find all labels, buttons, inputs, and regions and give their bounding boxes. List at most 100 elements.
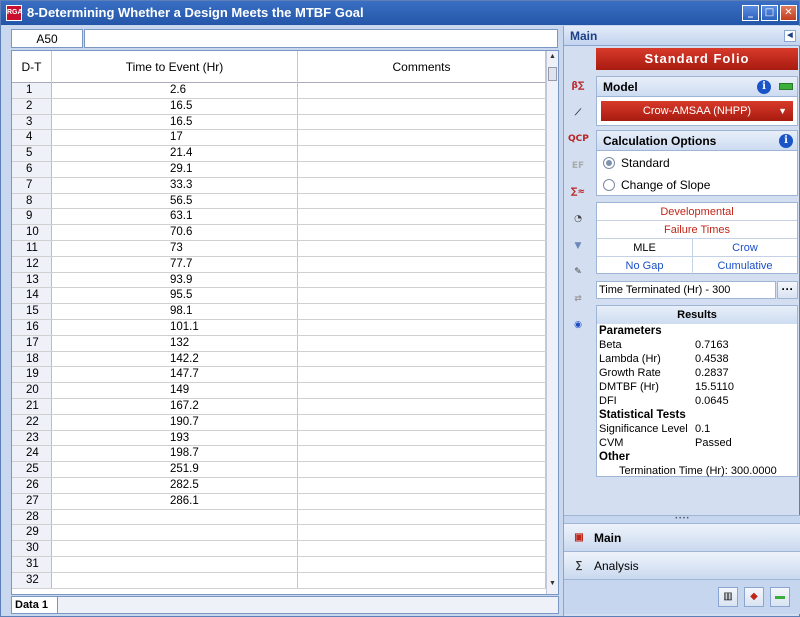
- time-cell[interactable]: [52, 509, 298, 525]
- time-cell[interactable]: 98.1: [52, 304, 298, 319]
- cell-reference-box[interactable]: A50: [11, 29, 83, 48]
- table-row[interactable]: 24 198.7: [12, 446, 548, 463]
- row-number[interactable]: 32: [12, 572, 52, 588]
- comment-cell[interactable]: [298, 225, 546, 240]
- row-number[interactable]: 12: [12, 256, 52, 272]
- time-cell[interactable]: 149: [52, 383, 298, 398]
- time-cell[interactable]: 70.6: [52, 225, 298, 240]
- time-cell[interactable]: [52, 525, 298, 541]
- vertical-scrollbar[interactable]: ▲ ▼: [546, 51, 558, 594]
- row-number[interactable]: 30: [12, 541, 52, 556]
- column-header-dt[interactable]: D-T: [12, 51, 52, 83]
- table-row[interactable]: 25 251.9: [12, 462, 548, 478]
- setting-developmental[interactable]: Developmental: [597, 203, 797, 221]
- comment-cell[interactable]: [298, 556, 546, 572]
- time-cell[interactable]: 33.3: [52, 177, 298, 193]
- time-cell[interactable]: 16.5: [52, 98, 298, 114]
- row-number[interactable]: 14: [12, 288, 52, 304]
- row-number[interactable]: 7: [12, 177, 52, 193]
- row-number[interactable]: 2: [12, 98, 52, 114]
- formula-bar[interactable]: [84, 29, 558, 48]
- comment-cell[interactable]: [298, 398, 546, 414]
- collapse-panel-icon[interactable]: ◀: [784, 30, 796, 42]
- table-row[interactable]: 16 101.1: [12, 319, 548, 336]
- title-bar[interactable]: RGA 8-Determining Whether a Design Meets…: [1, 1, 799, 25]
- table-row[interactable]: 8 56.5: [12, 193, 548, 210]
- comment-cell[interactable]: [298, 462, 546, 477]
- row-number[interactable]: 27: [12, 493, 52, 509]
- table-row[interactable]: 2 16.5: [12, 98, 548, 115]
- comment-cell[interactable]: [298, 335, 546, 351]
- table-row[interactable]: 22 190.7: [12, 414, 548, 431]
- time-cell[interactable]: 73: [52, 240, 298, 256]
- time-cell[interactable]: 56.5: [52, 193, 298, 209]
- comment-cell[interactable]: [298, 446, 546, 462]
- options-icon[interactable]: ◆: [744, 587, 764, 607]
- column-header-time[interactable]: Time to Event (Hr): [52, 51, 298, 83]
- report-icon[interactable]: ∑≈: [568, 182, 588, 202]
- table-row[interactable]: 1 2.6: [12, 83, 548, 99]
- time-cell[interactable]: 77.7: [52, 256, 298, 272]
- time-cell[interactable]: 147.7: [52, 367, 298, 383]
- comment-cell[interactable]: [298, 351, 546, 367]
- close-button[interactable]: ✕: [780, 5, 797, 21]
- table-row[interactable]: 28: [12, 509, 548, 526]
- model-dropdown[interactable]: Crow-AMSAA (NHPP) ▼: [601, 101, 793, 121]
- row-number[interactable]: 19: [12, 367, 52, 383]
- comment-cell[interactable]: [298, 414, 546, 430]
- comment-cell[interactable]: [298, 572, 546, 588]
- row-number[interactable]: 15: [12, 304, 52, 319]
- comment-cell[interactable]: [298, 256, 546, 272]
- comment-cell[interactable]: [298, 209, 546, 225]
- time-cell[interactable]: 101.1: [52, 319, 298, 335]
- comment-cell[interactable]: [298, 367, 546, 383]
- table-row[interactable]: 20 149: [12, 383, 548, 399]
- time-cell[interactable]: 286.1: [52, 493, 298, 509]
- comment-cell[interactable]: [298, 541, 546, 556]
- row-number[interactable]: 4: [12, 130, 52, 146]
- nav-main[interactable]: ▣ Main: [564, 523, 800, 551]
- table-row[interactable]: 9 63.1: [12, 209, 548, 226]
- comment-cell[interactable]: [298, 525, 546, 541]
- row-number[interactable]: 1: [12, 83, 52, 98]
- table-row[interactable]: 21 167.2: [12, 398, 548, 415]
- row-number[interactable]: 21: [12, 398, 52, 414]
- table-row[interactable]: 29: [12, 525, 548, 542]
- row-number[interactable]: 6: [12, 161, 52, 177]
- time-cell[interactable]: 63.1: [52, 209, 298, 225]
- row-number[interactable]: 18: [12, 351, 52, 367]
- comment-cell[interactable]: [298, 161, 546, 177]
- table-row[interactable]: 27 286.1: [12, 493, 548, 510]
- plot-icon[interactable]: ⟋: [568, 103, 588, 123]
- ef-icon[interactable]: EF: [568, 156, 588, 176]
- table-row[interactable]: 30: [12, 541, 548, 557]
- app-icon[interactable]: RGA: [6, 5, 23, 21]
- table-row[interactable]: 15 98.1: [12, 304, 548, 320]
- row-number[interactable]: 17: [12, 335, 52, 351]
- time-cell[interactable]: [52, 541, 298, 556]
- comment-cell[interactable]: [298, 430, 546, 446]
- time-cell[interactable]: 282.5: [52, 477, 298, 493]
- time-cell[interactable]: 132: [52, 335, 298, 351]
- comment-cell[interactable]: [298, 98, 546, 114]
- minimize-button[interactable]: _: [742, 5, 759, 21]
- column-header-comments[interactable]: Comments: [298, 51, 546, 83]
- row-number[interactable]: 29: [12, 525, 52, 541]
- table-row[interactable]: 31: [12, 556, 548, 573]
- filter-icon[interactable]: ▼: [568, 236, 588, 256]
- comment-cell[interactable]: [298, 493, 546, 509]
- time-terminated-field[interactable]: Time Terminated (Hr) - 300: [596, 281, 776, 299]
- status-icon[interactable]: ▬: [770, 587, 790, 607]
- row-number[interactable]: 8: [12, 193, 52, 209]
- comment-cell[interactable]: [298, 193, 546, 209]
- time-cell[interactable]: 198.7: [52, 446, 298, 462]
- time-cell[interactable]: 29.1: [52, 161, 298, 177]
- comment-cell[interactable]: [298, 288, 546, 304]
- comment-cell[interactable]: [298, 304, 546, 319]
- table-row[interactable]: 26 282.5: [12, 477, 548, 494]
- radio-standard[interactable]: Standard: [597, 153, 797, 173]
- row-number[interactable]: 13: [12, 272, 52, 288]
- scroll-thumb[interactable]: [548, 67, 557, 81]
- time-cell[interactable]: 21.4: [52, 146, 298, 161]
- setting-mle[interactable]: MLE: [597, 239, 693, 257]
